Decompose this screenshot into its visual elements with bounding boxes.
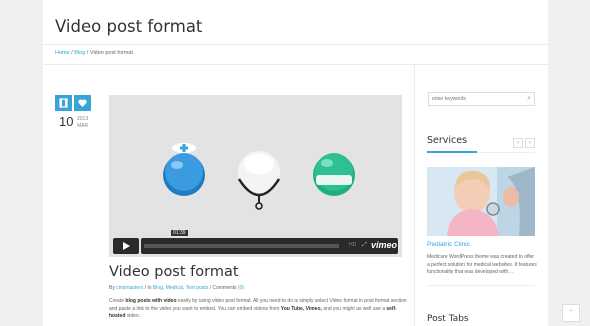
- service-image[interactable]: [427, 167, 535, 236]
- services-title: Services: [427, 135, 468, 146]
- page-title: Video post format: [55, 17, 203, 36]
- search-input[interactable]: [432, 95, 522, 103]
- category-link[interactable]: Blog: [153, 285, 163, 291]
- fullscreen-icon[interactable]: ⤢: [362, 242, 367, 249]
- video-controls: 01:39 HD ⤢ vimeo: [113, 230, 398, 254]
- page-header: Video post format: [43, 0, 548, 45]
- post-date-month: MAR: [77, 123, 89, 129]
- comments-count-link[interactable]: (0): [238, 285, 244, 291]
- excerpt-bold: blog posts with video: [125, 298, 177, 304]
- category-link[interactable]: Medical: [166, 285, 183, 291]
- hd-toggle[interactable]: HD: [349, 242, 356, 248]
- sidebar-divider: [414, 65, 415, 326]
- video-time: 01:39: [171, 230, 188, 236]
- post-date-day: 10: [59, 114, 74, 129]
- excerpt-text: Create: [109, 298, 126, 304]
- post-meta: By cmsmasters / In Blog, Medical, Text p…: [109, 285, 244, 291]
- post-title[interactable]: Video post format: [109, 264, 239, 280]
- service-link[interactable]: Pediatric Clinic: [427, 241, 470, 248]
- search-icon[interactable]: ⌕: [527, 95, 531, 103]
- breadcrumb-home-link[interactable]: Home: [55, 50, 70, 56]
- chevron-right-icon[interactable]: ›: [525, 138, 535, 148]
- post-tabs-title: Post Tabs: [427, 314, 469, 324]
- heart-icon[interactable]: [74, 95, 91, 111]
- excerpt-text: and you might as well use a: [321, 305, 387, 312]
- excerpt-text: video.: [125, 313, 141, 319]
- service-description: Medicure WordPress theme was created to …: [427, 254, 537, 275]
- breadcrumb: Home / Blog / Video post format: [55, 50, 133, 56]
- vimeo-logo[interactable]: vimeo: [371, 240, 397, 250]
- meta-in-label: / In: [143, 285, 153, 291]
- category-link[interactable]: Text posts: [186, 285, 209, 291]
- chevron-left-icon[interactable]: ‹: [513, 138, 523, 148]
- video-control-bar: 01:39 HD ⤢ vimeo: [141, 230, 398, 254]
- author-link[interactable]: cmsmasters: [116, 285, 143, 291]
- search-box: ⌕: [428, 92, 535, 106]
- divider: [43, 64, 548, 65]
- breadcrumb-blog-link[interactable]: Blog: [74, 50, 85, 56]
- post-excerpt: Create blog posts with video easily by u…: [109, 298, 407, 321]
- video-frame-illustration: [163, 143, 355, 210]
- video-player[interactable]: 01:39 HD ⤢ vimeo: [109, 95, 402, 257]
- services-underline: [427, 151, 477, 153]
- divider: [477, 152, 535, 153]
- play-icon[interactable]: [113, 238, 139, 254]
- excerpt-bold: You Tube, Vimeo,: [280, 305, 322, 312]
- comments-label: Comments: [212, 285, 238, 291]
- film-icon[interactable]: [55, 95, 72, 111]
- chevron-up-icon[interactable]: ⌃: [562, 304, 580, 322]
- post-date-year: 2013: [77, 116, 89, 122]
- divider: [427, 285, 535, 286]
- breadcrumb-current: Video post format: [89, 50, 133, 56]
- page: Video post format Home / Blog / Video po…: [43, 0, 548, 326]
- video-progress-bar[interactable]: [144, 244, 339, 248]
